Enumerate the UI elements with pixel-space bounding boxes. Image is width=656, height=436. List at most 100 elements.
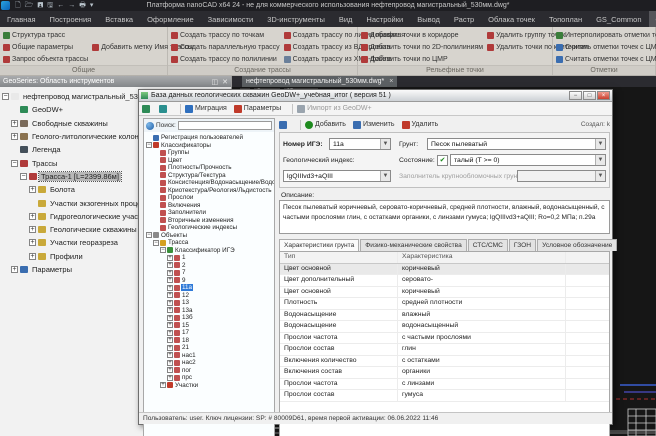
dialog-minimize-button[interactable]: − xyxy=(569,91,582,100)
tab-Характеристики грунта[interactable]: Характеристики грунта xyxy=(279,239,359,251)
expander-icon[interactable]: − xyxy=(20,173,27,180)
tree-item[interactable]: Плотность/Прочность xyxy=(146,164,274,172)
tree-item[interactable]: +13а xyxy=(146,307,274,315)
dock-header[interactable]: GeoSeries: Область инструментов ◫ ✕ xyxy=(0,76,231,87)
expander-icon[interactable]: + xyxy=(167,285,173,291)
table-row[interactable]: Включения составорганики xyxy=(280,367,609,379)
db-teal-button[interactable] xyxy=(159,105,169,113)
expander-icon[interactable]: − xyxy=(153,240,159,246)
expander-icon[interactable]: + xyxy=(167,330,173,336)
ribbon-button[interactable]: Считать отметки точек с ЦМР xyxy=(556,41,656,53)
document-tab[interactable]: нефтепровод магистральный_530мм.dwg* × xyxy=(242,76,397,87)
tab-Условное обозначение[interactable]: Условное обозначение xyxy=(537,239,617,251)
ribbon-tab-GS_Common[interactable]: GS_Common xyxy=(589,11,648,27)
document-tab-close-icon[interactable]: × xyxy=(389,78,393,85)
tab-СТС/СМС[interactable]: СТС/СМС xyxy=(468,239,508,251)
expander-icon[interactable]: + xyxy=(167,315,173,321)
ribbon-tab-Вставка[interactable]: Вставка xyxy=(98,11,140,27)
tree-item[interactable]: −Классификатор ИГЭ xyxy=(146,247,274,255)
expander-icon[interactable]: − xyxy=(146,232,152,238)
ribbon-button[interactable]: Общие параметры xyxy=(3,41,88,53)
tree-item[interactable]: −Трасса xyxy=(146,239,274,247)
tree-item[interactable]: Заполнители xyxy=(146,209,274,217)
tree-item[interactable]: Прослои xyxy=(146,194,274,202)
close-icon[interactable]: ✕ xyxy=(222,78,228,86)
dialog-title-bar[interactable]: База данных геологических скважин GeoDW+… xyxy=(139,90,612,102)
tree-item[interactable]: Цвет xyxy=(146,157,274,165)
pin-icon[interactable]: ◫ xyxy=(212,78,219,86)
save-icon[interactable]: 🖪 xyxy=(37,1,43,10)
ribbon-tab-Топоплан[interactable]: Топоплан xyxy=(542,11,589,27)
tree-item[interactable]: +13 xyxy=(146,299,274,307)
tree-item[interactable]: Структура/Текстура xyxy=(146,172,274,180)
table-row[interactable]: Водонасыщениевлажный xyxy=(280,310,609,322)
expander-icon[interactable]: + xyxy=(167,262,173,268)
ribbon-button[interactable]: Добавить точки по ЦМР xyxy=(361,53,483,65)
table-row[interactable]: Прослои составглин xyxy=(280,344,609,356)
tree-item[interactable]: Включения xyxy=(146,202,274,210)
back-icon[interactable]: ← xyxy=(57,1,64,10)
ribbon-tab-Настройки[interactable]: Настройки xyxy=(359,11,410,27)
migration-button[interactable]: Миграция xyxy=(185,105,227,113)
ige-number-combo[interactable]: 11а▼ xyxy=(329,138,391,150)
ribbon-tab-Зависимости[interactable]: Зависимости xyxy=(201,11,261,27)
expander-icon[interactable]: − xyxy=(146,142,152,148)
tree-item[interactable]: +Участки xyxy=(146,382,274,390)
tab-Физико-механические свойства[interactable]: Физико-механические свойства xyxy=(360,239,466,251)
expander-icon[interactable]: + xyxy=(167,360,173,366)
qat-dropdown-icon[interactable]: ▾ xyxy=(90,1,94,10)
ribbon-tab-Оформление[interactable]: Оформление xyxy=(140,11,201,27)
ribbon-tab-GS_Trace[interactable]: GS_Trace xyxy=(649,11,656,27)
expander-icon[interactable]: + xyxy=(167,322,173,328)
expander-icon[interactable]: + xyxy=(29,186,36,193)
expander-icon[interactable]: + xyxy=(167,255,173,261)
new-file-icon[interactable]: 🗋 xyxy=(15,1,21,10)
expander-icon[interactable]: + xyxy=(11,133,18,140)
tree-item[interactable]: +15 xyxy=(146,322,274,330)
tree-item[interactable]: +2 xyxy=(146,262,274,270)
print-icon[interactable]: 🖶 xyxy=(79,1,86,10)
tree-item[interactable]: −Объекты xyxy=(146,232,274,240)
tree-item[interactable]: −Классификаторы xyxy=(146,142,274,150)
tree-item[interactable]: +прс xyxy=(146,374,274,382)
tree-item[interactable]: +17 xyxy=(146,329,274,337)
tree-item[interactable]: +7 xyxy=(146,269,274,277)
tree-item[interactable]: Консистенция/Водонасыщение/Водопроницаем… xyxy=(146,179,274,187)
edit-record-button[interactable]: Изменить xyxy=(353,121,395,129)
ribbon-button[interactable]: Интерполировать отметки точек xyxy=(556,29,656,41)
ribbon-tab-Вид[interactable]: Вид xyxy=(332,11,360,27)
tree-item[interactable]: Вторичные изменения xyxy=(146,217,274,225)
ribbon-button[interactable]: Добавить точки в коридоре xyxy=(361,29,483,41)
soil-combo[interactable]: Песок пылеватый▼ xyxy=(427,138,606,150)
tree-item[interactable]: +1 xyxy=(146,254,274,262)
delete-record-button[interactable]: Удалить xyxy=(402,121,439,129)
ribbon-button[interactable]: Структура трасс xyxy=(3,29,88,41)
ribbon-tab-Растр[interactable]: Растр xyxy=(447,11,481,27)
table-row[interactable]: Цвет основнойкоричневый xyxy=(280,287,609,299)
tree-green-button[interactable] xyxy=(142,105,152,113)
tree-item[interactable]: Геологические индексы xyxy=(146,224,274,232)
expander-icon[interactable]: + xyxy=(11,266,18,273)
table-row[interactable]: Прослои частотас частыми прослоями xyxy=(280,333,609,345)
expander-icon[interactable]: − xyxy=(11,160,18,167)
state-check-button[interactable]: ✔ xyxy=(437,155,448,166)
table-row[interactable]: Прослои составгумуса xyxy=(280,390,609,402)
expander-icon[interactable]: + xyxy=(167,300,173,306)
tree-item[interactable]: +нас2 xyxy=(146,359,274,367)
tree-item[interactable]: +12 xyxy=(146,292,274,300)
expander-icon[interactable]: + xyxy=(160,382,166,388)
ribbon-button[interactable]: Считать отметки точек с ЦМР авт xyxy=(556,53,656,65)
expander-icon[interactable]: + xyxy=(167,345,173,351)
tree-item[interactable]: Регистрация пользователей xyxy=(146,134,274,142)
expander-icon[interactable]: + xyxy=(167,367,173,373)
table-row[interactable]: Цвет дополнительныйсеровато- xyxy=(280,275,609,287)
forward-icon[interactable]: → xyxy=(68,1,75,10)
ribbon-tab-Построения[interactable]: Построения xyxy=(43,11,99,27)
ribbon-tab-3D-инструменты[interactable]: 3D-инструменты xyxy=(260,11,332,27)
parameters-button[interactable]: Параметры xyxy=(234,105,281,113)
table-row[interactable]: Водонасыщениеводонасыщенный xyxy=(280,321,609,333)
save-as-icon[interactable]: 🖫 xyxy=(47,1,53,10)
tree-item[interactable]: +18 xyxy=(146,337,274,345)
description-textbox[interactable]: Песок пылеватый коричневый, серовато-кор… xyxy=(279,200,610,234)
table-row[interactable]: Прослои частотас линзами xyxy=(280,379,609,391)
